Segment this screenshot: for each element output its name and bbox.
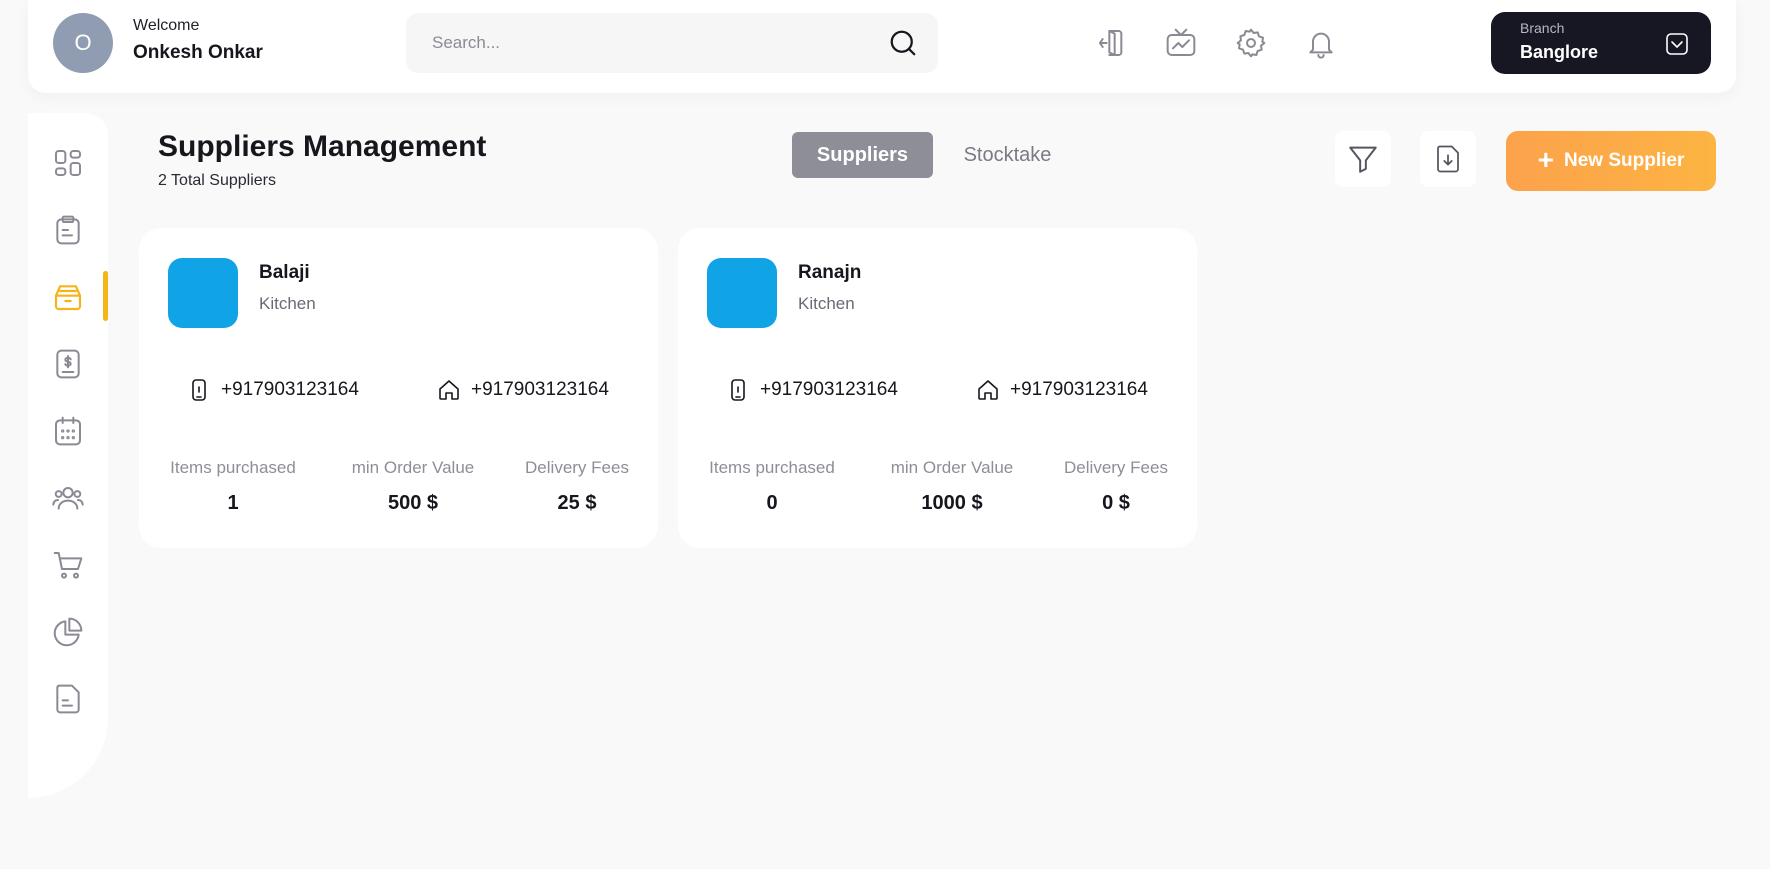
tab-stocktake[interactable]: Stocktake [950,132,1065,178]
stat-value: 500 $ [387,492,439,514]
logout-icon[interactable] [1094,25,1130,61]
home-phone-row: +917903123164 [437,378,609,402]
plus-icon: + [1537,143,1554,175]
dashboard-icon [55,150,81,176]
sidebar-item-calendar[interactable] [48,411,88,451]
stat-label: min Order Value [890,458,1014,477]
home-phone-row: +917903123164 [976,378,1148,402]
filter-icon [1349,146,1377,173]
calendar-icon [55,416,81,446]
tab-suppliers[interactable]: Suppliers [792,132,933,178]
pie-chart-icon [53,617,83,647]
stat-items-purchased: Items purchased 0 [707,458,837,515]
sidebar [28,113,108,798]
stat-label: Items purchased [170,458,296,477]
invoice-dollar-icon [56,349,80,379]
branch-selector[interactable]: Branch Banglore [1491,12,1711,74]
sidebar-item-invoices[interactable] [48,344,88,384]
welcome-text: Welcome [133,17,200,34]
mobile-number: +917903123164 [221,379,359,400]
supplier-count: 2 Total Suppliers [158,172,276,189]
stat-label: Items purchased [709,458,835,477]
stat-value: 1 [227,492,239,514]
file-download-icon [1437,145,1459,173]
search-icon[interactable] [888,28,918,58]
stat-value: 1000 $ [921,492,983,514]
mobile-phone-icon [192,379,206,401]
sidebar-item-users[interactable] [48,478,88,518]
stat-value: 0 $ [1102,492,1130,514]
cart-icon [53,552,83,579]
chevron-down-icon [1666,33,1688,55]
stat-value: 25 $ [557,492,597,514]
stat-label: Delivery Fees [525,458,629,477]
document-icon [56,684,80,714]
stat-items-purchased: Items purchased 1 [168,458,298,515]
supplier-card[interactable]: Balaji Kitchen +917903123164 +9179031231… [139,228,658,548]
stat-min-order-value: min Order Value 1000 $ [882,458,1022,515]
stat-label: min Order Value [351,458,475,477]
mobile-phone-row: +917903123164 [187,378,359,402]
stat-delivery-fees: Delivery Fees 25 $ [522,458,632,515]
sidebar-item-cart[interactable] [48,545,88,585]
supplier-card[interactable]: Ranajn Kitchen +917903123164 +9179031231… [678,228,1197,548]
supplier-category: Kitchen [259,294,316,313]
top-header: O Welcome Onkesh Onkar Branch Banglore [28,0,1736,93]
branch-label: Branch [1520,20,1565,36]
new-supplier-button[interactable]: + New Supplier [1506,131,1716,191]
sidebar-item-orders[interactable] [48,210,88,250]
search-box [406,13,938,73]
avatar-initial: O [74,30,92,55]
home-icon [978,380,998,400]
users-icon [52,487,84,510]
home-number: +917903123164 [471,379,609,400]
supplier-logo [168,258,238,328]
branch-value: Banglore [1520,42,1599,62]
stat-min-order-value: min Order Value 500 $ [343,458,483,515]
mobile-phone-row: +917903123164 [726,378,898,402]
search-input[interactable] [406,13,938,73]
username: Onkesh Onkar [133,42,263,63]
supplier-category: Kitchen [798,294,855,313]
sidebar-item-documents[interactable] [48,679,88,719]
analytics-tv-icon[interactable] [1163,25,1199,61]
filter-button[interactable] [1335,131,1391,187]
page-title: Suppliers Management [158,130,487,163]
supplier-name: Balaji [259,262,310,283]
avatar[interactable]: O [53,13,113,73]
active-indicator [103,271,108,321]
settings-icon[interactable] [1233,25,1269,61]
supplier-name: Ranajn [798,262,862,283]
clipboard-icon [56,215,80,245]
export-button[interactable] [1420,131,1476,187]
stat-value: 0 [766,492,778,514]
sidebar-item-reports[interactable] [48,612,88,652]
mobile-number: +917903123164 [760,379,898,400]
stat-delivery-fees: Delivery Fees 0 $ [1061,458,1171,515]
sidebar-item-suppliers[interactable] [48,277,88,317]
mobile-phone-icon [731,379,745,401]
stat-label: Delivery Fees [1064,458,1168,477]
home-number: +917903123164 [1010,379,1148,400]
home-icon [439,380,459,400]
supplier-box-icon [54,285,82,311]
bell-icon[interactable] [1303,25,1339,61]
new-supplier-label: New Supplier [1564,150,1685,171]
supplier-logo [707,258,777,328]
sidebar-item-dashboard[interactable] [48,143,88,183]
